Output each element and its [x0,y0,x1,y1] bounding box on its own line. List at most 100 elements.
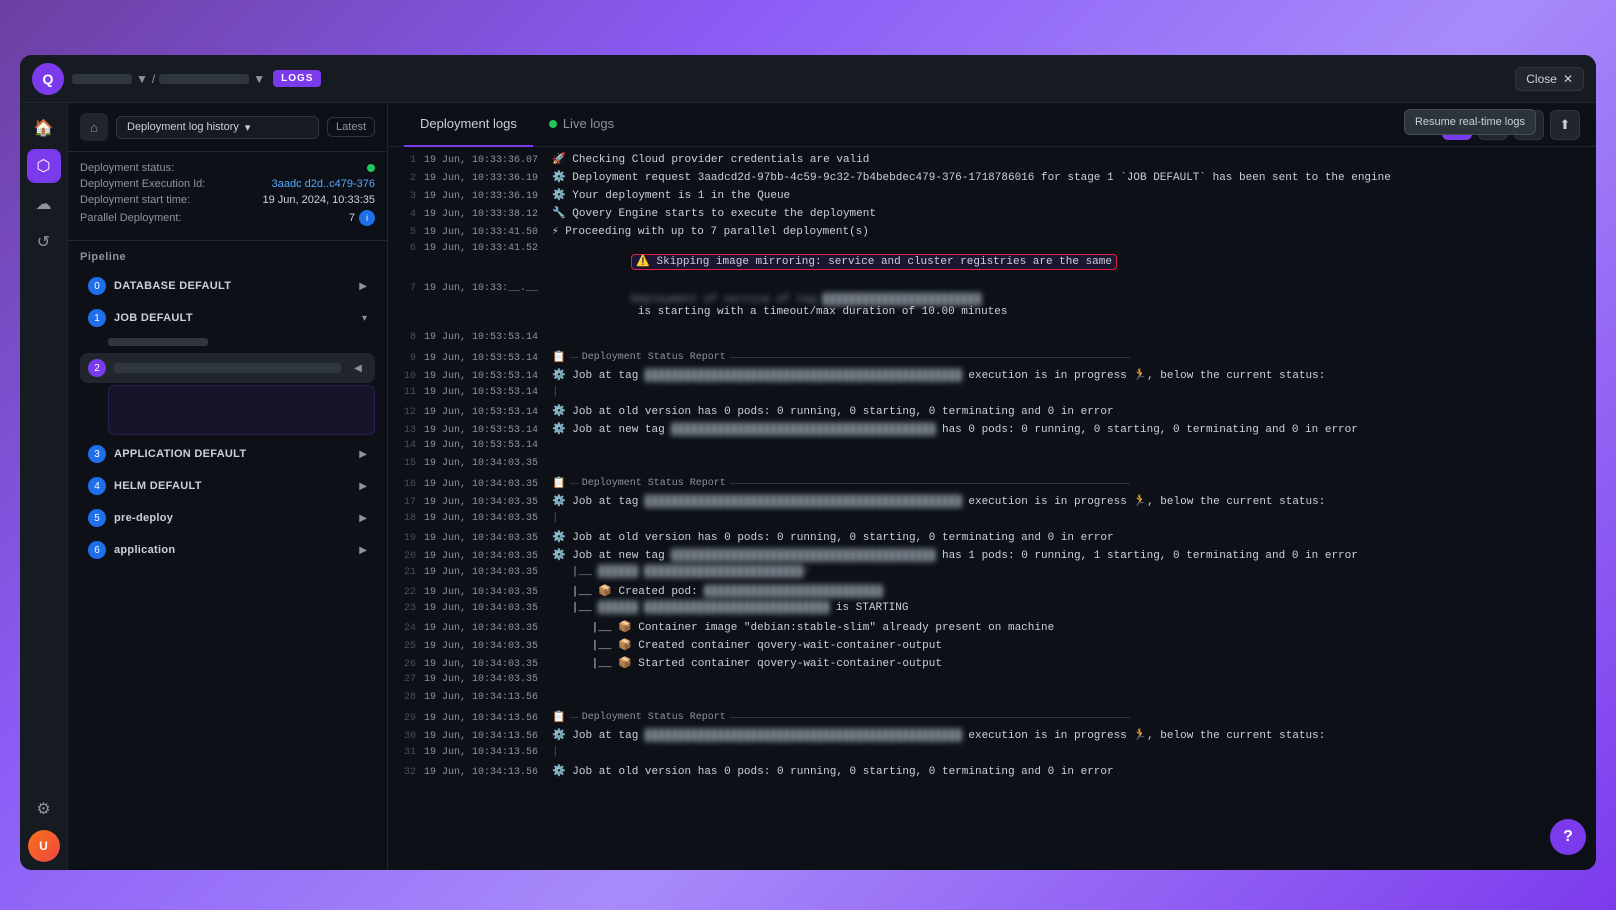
pipeline-name-job: JOB DEFAULT [114,312,354,324]
pipeline-item-2[interactable]: 2 ◀ [80,353,375,383]
pipeline-num-4: 4 [88,477,106,495]
status-label: Deployment status: [80,162,174,174]
log-line-15: 15 19 Jun, 10:34:03.35 [388,457,1596,475]
info-icon: i [359,210,375,226]
log-line-8: 8 19 Jun, 10:53:53.14 [388,331,1596,349]
log-line-16: 16 19 Jun, 10:34:03.35 📋 Deployment Stat… [388,475,1596,493]
log-content[interactable]: 1 19 Jun, 10:33:36.07 🚀 Checking Cloud p… [388,147,1596,870]
status-dot [367,164,375,172]
sidebar-nav-cloud[interactable]: ☁ [27,187,61,221]
history-selector[interactable]: Deployment log history ▾ [116,116,319,139]
expand-icon-6: ▶ [359,545,367,556]
log-line-17: 17 19 Jun, 10:34:03.35 ⚙️ Job at tag ███… [388,493,1596,511]
log-line-14: 14 19 Jun, 10:53:53.14 [388,439,1596,457]
start-time-label: Deployment start time: [80,194,190,206]
expand-icon-3: ▶ [359,449,367,460]
log-line-31: 31 19 Jun, 10:34:13.56 | [388,745,1596,763]
pipeline-item-application[interactable]: 6 application ▶ [80,535,375,565]
close-button[interactable]: Close ✕ [1515,67,1584,91]
home-button[interactable]: ⌂ [80,113,108,141]
breadcrumb: ▼ / ▼ [72,72,265,86]
exec-id-label: Deployment Execution Id: [80,178,205,190]
log-line-6: 6 19 Jun, 10:33:41.52 ⚠️ Skipping image … [388,241,1596,281]
pipeline-num-2: 2 [88,359,106,377]
pipeline-item-database[interactable]: 0 DATABASE DEFAULT ▶ [80,271,375,301]
log-line-10: 10 19 Jun, 10:53:53.14 ⚙️ Job at tag ███… [388,367,1596,385]
log-line-22: 22 19 Jun, 10:34:03.35 |__ 📦 Created pod… [388,583,1596,601]
status-value [367,164,375,172]
env-breadcrumb: ▼ [159,72,265,86]
pipeline-item-helm[interactable]: 4 HELM DEFAULT ▶ [80,471,375,501]
cloud-button[interactable]: ⬆ [1550,110,1580,140]
live-dot [549,120,557,128]
deployment-info: Deployment status: Deployment Execution … [68,152,387,241]
status-row: Deployment status: [80,162,375,174]
pipeline-num-3: 3 [88,445,106,463]
log-line-30: 30 19 Jun, 10:34:13.56 ⚙️ Job at tag ███… [388,727,1596,745]
log-line-12: 12 19 Jun, 10:53:53.14 ⚙️ Job at old ver… [388,403,1596,421]
pipeline-name-application: application [114,544,351,556]
exec-id-value: 3aadc d2d..c479-376 [272,178,375,190]
log-line-7: 7 19 Jun, 10:33:__.__ Deployment of serv… [388,281,1596,331]
start-time-value: 19 Jun, 2024, 10:33:35 [262,194,375,206]
log-line-11: 11 19 Jun, 10:53:53.14 | [388,385,1596,403]
log-line-23: 23 19 Jun, 10:34:03.35 |__ ██████ ██████… [388,601,1596,619]
log-line-32: 32 19 Jun, 10:34:13.56 ⚙️ Job at old ver… [388,763,1596,781]
log-line-2: 2 19 Jun, 10:33:36.19 ⚙️ Deployment requ… [388,169,1596,187]
pipeline-label: Pipeline [80,251,375,263]
log-line-29: 29 19 Jun, 10:34:13.56 📋 Deployment Stat… [388,709,1596,727]
expand-icon-5: ▶ [359,513,367,524]
pipeline-item-predeploy[interactable]: 5 pre-deploy ▶ [80,503,375,533]
expand-icon-1: ▾ [362,313,367,324]
resume-tooltip: Resume real-time logs [1404,109,1536,135]
log-line-9: 9 19 Jun, 10:53:53.14 📋 Deployment Statu… [388,349,1596,367]
pipeline-name-predeploy: pre-deploy [114,512,351,524]
sidebar-nav-history[interactable]: ↺ [27,225,61,259]
log-line-4: 4 19 Jun, 10:33:38.12 🔧 Qovery Engine st… [388,205,1596,223]
log-line-21: 21 19 Jun, 10:34:03.35 |__ ██████ ██████… [388,565,1596,583]
sidebar-nav-settings[interactable]: ⚙ [27,792,61,826]
log-line-26: 26 19 Jun, 10:34:03.35 |__ 📦 Started con… [388,655,1596,673]
icon-sidebar: 🏠 ⬡ ☁ ↺ ⚙ U [20,103,68,870]
pipeline-num-6: 6 [88,541,106,559]
pipeline-name-helm: HELM DEFAULT [114,480,351,492]
pipeline-num-5: 5 [88,509,106,527]
project-breadcrumb: ▼ [72,72,148,86]
pipeline-item-job[interactable]: 1 JOB DEFAULT ▾ [80,303,375,333]
panel-header: ⌂ Deployment log history ▾ Latest [68,103,387,152]
highlight-content: ⚠️ Skipping image mirroring: service and… [631,254,1117,270]
log-line-28: 28 19 Jun, 10:34:13.56 [388,691,1596,709]
pipeline-num-1: 1 [88,309,106,327]
parallel-row: Parallel Deployment: 7 i [80,210,375,226]
close-icon: ✕ [1563,72,1573,86]
collapse-icon-2: ◀ [349,359,367,377]
app-container: Q ▼ / ▼ LOGS Close ✕ 🏠 ⬡ ☁ ↺ ⚙ [20,55,1596,870]
log-line-13: 13 19 Jun, 10:53:53.14 ⚙️ Job at new tag… [388,421,1596,439]
log-line-5: 5 19 Jun, 10:33:41.50 ⚡ Proceeding with … [388,223,1596,241]
pipeline-item-app[interactable]: 3 APPLICATION DEFAULT ▶ [80,439,375,469]
expand-icon-0: ▶ [359,281,367,292]
main-area: 🏠 ⬡ ☁ ↺ ⚙ U ⌂ Deployment log history ▾ L… [20,103,1596,870]
project-block [72,74,132,84]
log-line-18: 18 19 Jun, 10:34:03.35 | [388,511,1596,529]
log-line-25: 25 19 Jun, 10:34:03.35 |__ 📦 Created con… [388,637,1596,655]
user-avatar[interactable]: U [28,830,60,862]
log-line-19: 19 19 Jun, 10:34:03.35 ⚙️ Job at old ver… [388,529,1596,547]
tab-deployment-logs[interactable]: Deployment logs [404,103,533,147]
latest-badge[interactable]: Latest [327,117,375,137]
log-area: Deployment logs Live logs Resume real-ti… [388,103,1596,870]
parallel-label: Parallel Deployment: [80,212,182,224]
parallel-value: 7 i [349,210,375,226]
log-line-27: 27 19 Jun, 10:34:03.35 [388,673,1596,691]
help-button[interactable]: ? [1550,819,1586,855]
tab-live-logs[interactable]: Live logs [533,103,630,147]
start-time-row: Deployment start time: 19 Jun, 2024, 10:… [80,194,375,206]
expand-icon-4: ▶ [359,481,367,492]
env-block [159,74,249,84]
pipeline-name-database: DATABASE DEFAULT [114,280,351,292]
log-tabs: Deployment logs Live logs Resume real-ti… [388,103,1596,147]
top-bar: Q ▼ / ▼ LOGS Close ✕ [20,55,1596,103]
sidebar-nav-home[interactable]: 🏠 [27,111,61,145]
sidebar-nav-layers[interactable]: ⬡ [27,149,61,183]
pipeline-num-0: 0 [88,277,106,295]
